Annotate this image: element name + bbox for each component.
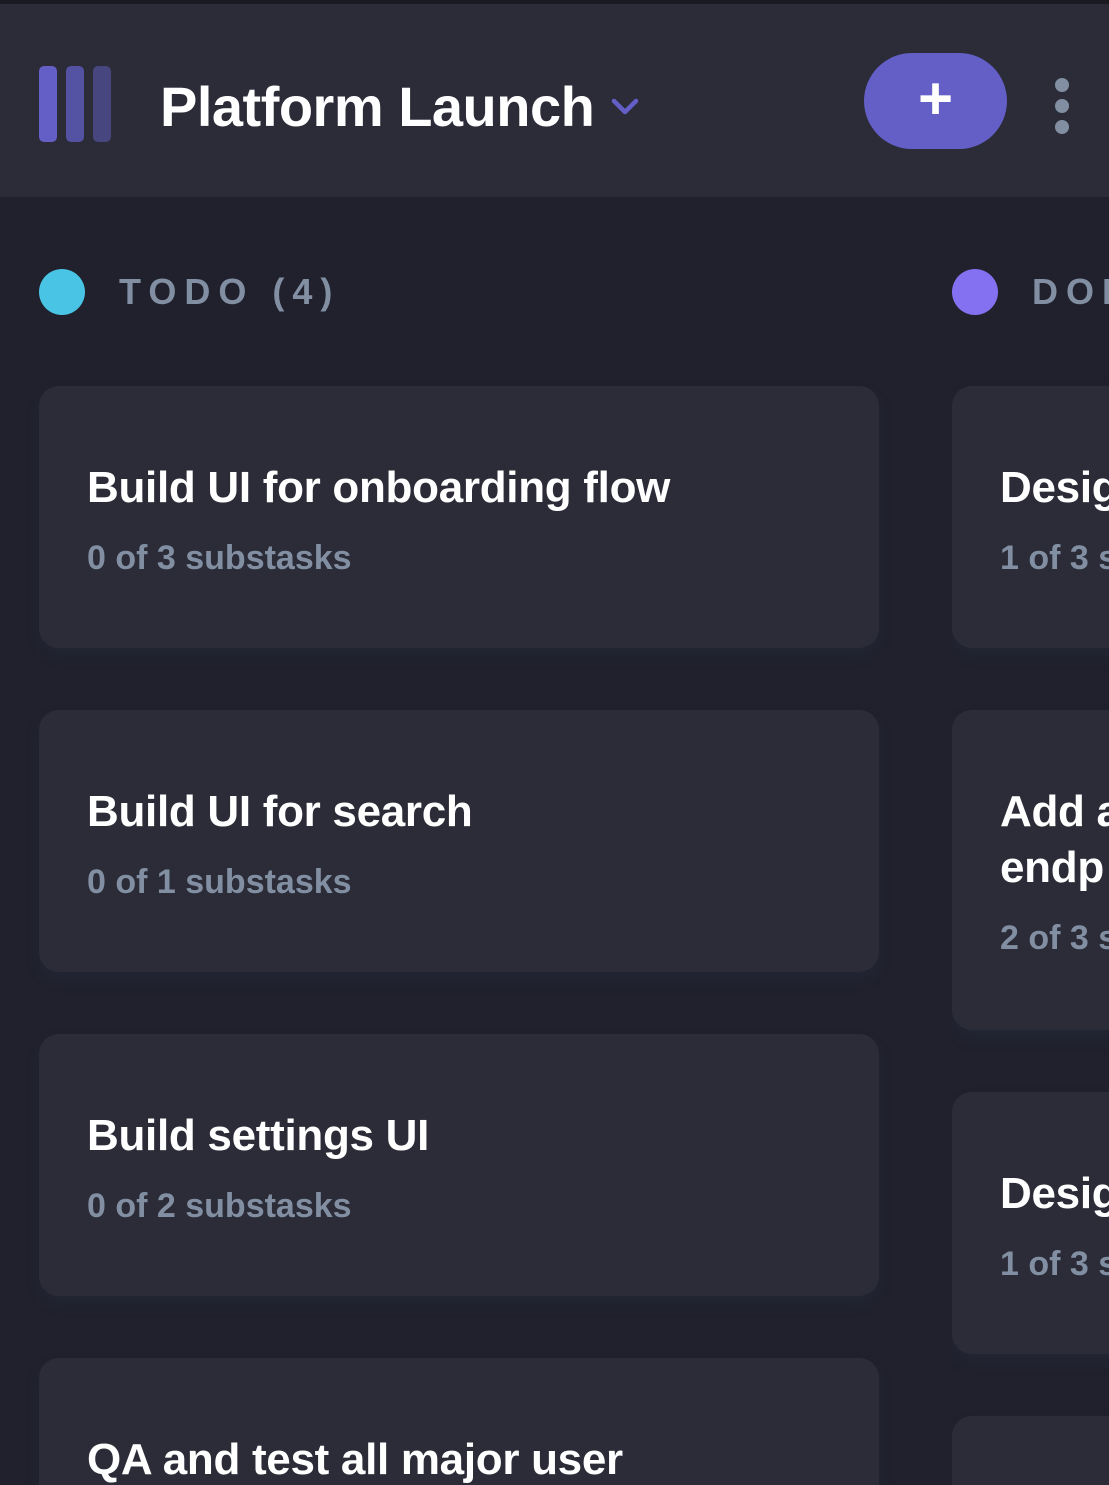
task-subtasks: 2 of 3 s (1000, 919, 1109, 957)
task-title: Build settings UI (87, 1111, 430, 1160)
task-card[interactable]: Desig 1 of 3 s (952, 386, 1109, 648)
task-card[interactable]: Desig 1 of 3 s (952, 1092, 1109, 1354)
board-logo-icon (39, 66, 111, 142)
task-title: QA and test all major user (87, 1435, 623, 1484)
task-card[interactable]: QA and test all major user (39, 1358, 879, 1485)
task-subtasks: 0 of 3 substasks (87, 539, 352, 577)
task-title: Desig (1000, 463, 1109, 512)
task-card[interactable] (952, 1416, 1109, 1485)
task-subtasks: 1 of 3 s (1000, 1245, 1109, 1283)
task-subtasks: 0 of 2 substasks (87, 1187, 352, 1225)
task-title: Desig (1000, 1169, 1109, 1218)
app-header: Platform Launch + (0, 4, 1109, 197)
task-card[interactable]: Build UI for onboarding flow 0 of 3 subs… (39, 386, 879, 648)
column-header-doing: DOI (952, 268, 1109, 316)
task-subtasks: 1 of 3 s (1000, 539, 1109, 577)
plus-icon: + (917, 65, 954, 132)
board-title[interactable]: Platform Launch (160, 72, 595, 142)
chevron-down-icon[interactable] (610, 96, 640, 118)
task-card[interactable]: Add a endp 2 of 3 s (952, 710, 1109, 1030)
column-header-todo: TODO (4) (39, 268, 340, 316)
task-title: Build UI for search (87, 787, 473, 836)
task-title-line-2: endp (1000, 843, 1104, 892)
task-title: Add a (1000, 787, 1109, 836)
task-subtasks: 0 of 1 substasks (87, 863, 352, 901)
task-card[interactable]: Build settings UI 0 of 2 substasks (39, 1034, 879, 1296)
task-card[interactable]: Build UI for search 0 of 1 substasks (39, 710, 879, 972)
column-status-dot (952, 269, 998, 315)
task-title: Build UI for onboarding flow (87, 463, 671, 512)
column-label: TODO (4) (119, 271, 341, 312)
column-label: DOI (1032, 271, 1109, 312)
column-doing: DOI Desig 1 of 3 s Add a endp 2 of 3 s D… (952, 0, 1109, 1485)
column-status-dot (39, 269, 85, 315)
